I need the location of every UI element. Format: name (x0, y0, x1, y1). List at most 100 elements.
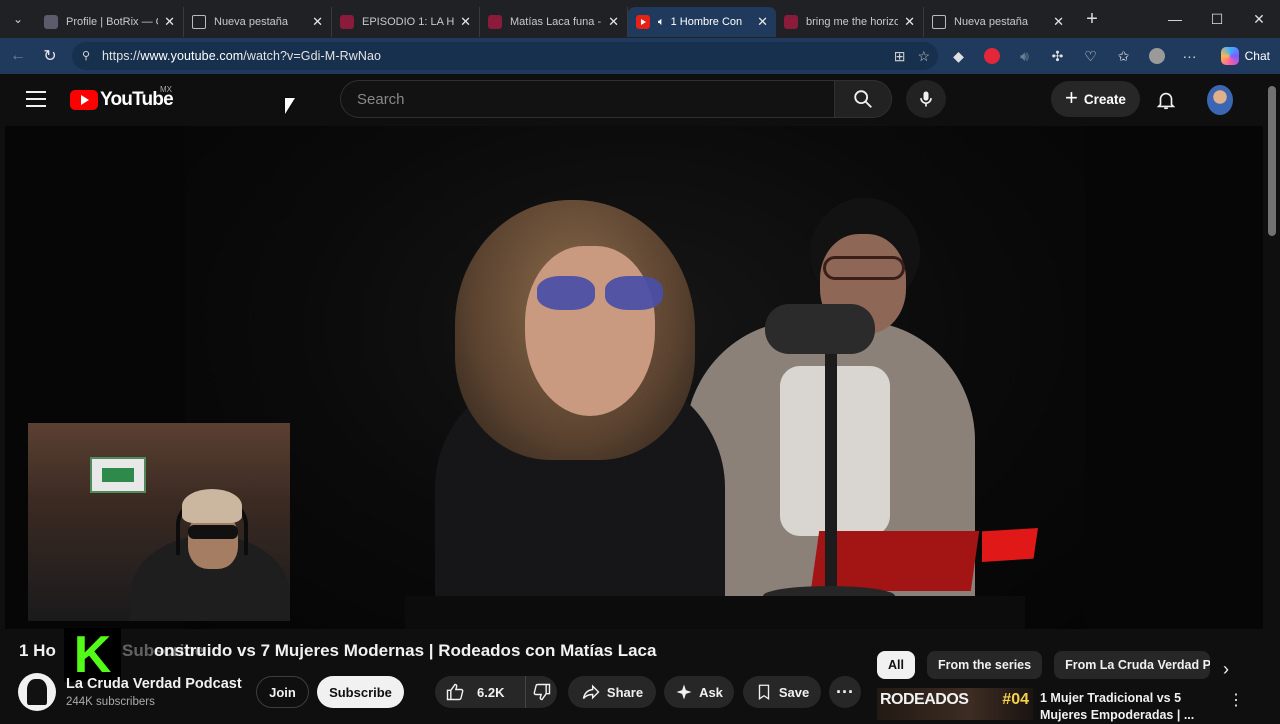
close-window-icon[interactable]: ✕ (1238, 0, 1280, 38)
window-controls: — ☐ ✕ (1154, 0, 1280, 38)
url-path: /watch?v=Gdi-M-RwNao (243, 49, 382, 63)
app-available-icon[interactable]: ⊞ (894, 48, 906, 65)
tab-label: EPISODIO 1: LA HA (362, 16, 455, 28)
tab-label: 1 Hombre Con (670, 16, 743, 28)
ask-label: Ask (699, 684, 723, 700)
scrollbar-thumb[interactable] (1268, 86, 1276, 236)
url-field[interactable]: ⚲ https://www.youtube.com/watch?v=Gdi-M-… (72, 42, 938, 70)
red-flag (982, 528, 1038, 562)
speaker-icon[interactable]: 🔈︎ (658, 16, 665, 29)
tab-botrix-profile[interactable]: Profile | BotRix — C ✕ (36, 7, 184, 37)
tab-bring-me-the-horizon[interactable]: bring me the horizo ✕ (776, 7, 924, 37)
thumbs-down-icon (533, 683, 550, 701)
profile-favicon-icon (44, 15, 58, 29)
podcast-microphone (765, 304, 875, 354)
tab-nueva-pestana[interactable]: Nueva pestaña ✕ (184, 7, 332, 37)
back-button[interactable]: ← (2, 40, 34, 72)
favorites-icon[interactable]: ✩ (1107, 38, 1140, 74)
tab-1-hombre-active[interactable]: 🔈︎ 1 Hombre Con ✕ (628, 7, 776, 37)
copilot-icon (1220, 47, 1239, 65)
close-tab-icon[interactable]: ✕ (608, 14, 619, 30)
share-button[interactable]: Share (568, 676, 656, 708)
more-horizontal-icon: ··· (836, 681, 854, 702)
video-player[interactable] (5, 126, 1263, 629)
tab-bar: ⌄ Profile | BotRix — C ✕ Nueva pestaña ✕… (0, 0, 1280, 38)
related-filter-chips: All From the series From La Cruda Verdad… (877, 651, 1211, 679)
page-favicon-icon (192, 15, 206, 29)
like-button[interactable]: 6.2K (435, 676, 525, 708)
thumbnail-text-left: RODEADOS (880, 691, 969, 708)
minimize-icon[interactable]: — (1154, 0, 1196, 38)
dislike-button[interactable] (525, 676, 557, 708)
profile-avatar-icon[interactable] (1140, 38, 1173, 74)
tab-matias-laca[interactable]: Matías Laca funa - S ✕ (480, 7, 628, 37)
notifications-button[interactable] (1152, 86, 1180, 114)
extension-red-icon[interactable] (975, 38, 1008, 74)
tab-label: Nueva pestaña (954, 16, 1028, 28)
mic-stand (825, 354, 837, 594)
tab-nueva-pestana-2[interactable]: Nueva pestaña ✕ (924, 7, 1072, 37)
video-person-right-glasses (823, 256, 905, 280)
youtube-logo[interactable]: YouTube MX (70, 85, 174, 111)
youtube-favicon-icon (488, 15, 502, 29)
close-tab-icon[interactable]: ✕ (904, 14, 915, 30)
chip-all[interactable]: All (877, 651, 915, 679)
subscribe-button[interactable]: Subscribe (317, 676, 404, 708)
search-input[interactable] (357, 90, 834, 108)
chevron-right-icon[interactable]: › (1212, 655, 1240, 683)
thumbnail-text-right: #04 (1002, 691, 1029, 708)
settings-more-icon[interactable]: ··· (1173, 38, 1206, 74)
tab-label: Profile | BotRix — C (66, 16, 159, 28)
browser-essentials-icon[interactable]: ♡ (1074, 38, 1107, 74)
chip-from-the-series[interactable]: From the series (926, 651, 1043, 679)
microphone-icon (920, 91, 932, 107)
url-prefix: https:// (102, 49, 141, 63)
url-text: https://www.youtube.com/watch?v=Gdi-M-Rw… (102, 49, 381, 63)
search-icon (854, 90, 872, 108)
site-info-icon[interactable]: ⚲ (82, 49, 96, 63)
channel-avatar[interactable] (18, 673, 56, 711)
subscribe-label: Subscribe (329, 684, 392, 700)
channel-name[interactable]: La Cruda Verdad Podcast (66, 676, 242, 692)
close-tab-icon[interactable]: ✕ (312, 14, 323, 30)
save-button[interactable]: Save (743, 676, 821, 708)
new-tab-button[interactable]: + (1072, 8, 1112, 31)
video-person-left-face (525, 246, 655, 416)
recommended-video-thumbnail[interactable]: RODEADOS #04 (877, 688, 1033, 720)
extension-volume-icon[interactable]: 🔊︎ (1008, 38, 1041, 74)
tab-label: bring me the horizo (806, 16, 899, 28)
menu-icon[interactable] (26, 91, 46, 107)
chip-from-channel[interactable]: From La Cruda Verdad Po (1054, 651, 1211, 679)
close-tab-icon[interactable]: ✕ (164, 14, 175, 30)
mouse-cursor-icon (285, 98, 295, 114)
join-button[interactable]: Join (256, 676, 309, 708)
close-tab-icon[interactable]: ✕ (1053, 14, 1064, 30)
close-tab-icon[interactable]: ✕ (757, 14, 768, 30)
create-label: Create (1083, 91, 1126, 107)
ask-button[interactable]: Ask (664, 676, 734, 708)
tab-episodio-1[interactable]: EPISODIO 1: LA HA ✕ (332, 7, 480, 37)
refresh-button[interactable]: ↻ (34, 40, 66, 72)
copilot-chat-button[interactable]: Chat (1220, 43, 1270, 69)
extensions-puzzle-icon[interactable]: ✣ (1041, 38, 1074, 74)
tab-label: Nueva pestaña (214, 16, 288, 28)
extension-diamond-icon[interactable]: ◆ (942, 38, 975, 74)
account-avatar[interactable] (1207, 85, 1233, 115)
voice-search-button[interactable] (906, 80, 946, 118)
search-button[interactable] (834, 80, 892, 118)
omnibox-icons: ⊞ ☆ (894, 42, 930, 70)
more-vertical-icon[interactable]: ⋮ (1228, 690, 1244, 710)
more-actions-button[interactable]: ··· (829, 676, 861, 708)
maximize-icon[interactable]: ☐ (1196, 0, 1238, 38)
subscriber-count: 244K subscribers (66, 696, 155, 708)
page-scrollbar[interactable] (1264, 74, 1280, 720)
video-title-start: 1 Ho (19, 641, 56, 660)
close-tab-icon[interactable]: ✕ (460, 14, 471, 30)
create-button[interactable]: + Create (1051, 81, 1140, 117)
youtube-play-icon (70, 90, 98, 110)
bookmark-icon (758, 684, 769, 701)
tab-actions-menu-icon[interactable]: ⌄ (0, 0, 36, 38)
recommended-video-title[interactable]: 1 Mujer Tradicional vs 5 Mujeres Empoder… (1040, 690, 1210, 724)
favorite-star-icon[interactable]: ☆ (917, 48, 930, 65)
share-label: Share (606, 684, 644, 700)
